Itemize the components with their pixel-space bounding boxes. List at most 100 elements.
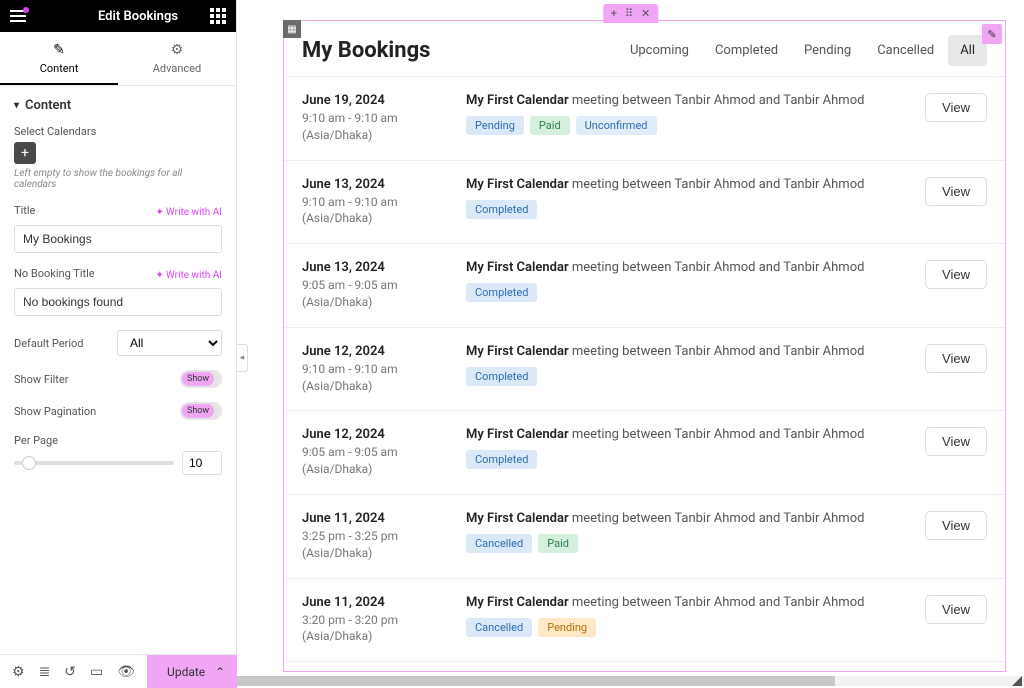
section-header-content[interactable]: ▾ Content: [14, 98, 222, 113]
column-handle-icon[interactable]: ▦: [283, 20, 301, 38]
booking-tags: CancelledPaid: [466, 534, 901, 553]
filter-tab-cancelled[interactable]: Cancelled: [865, 35, 946, 66]
booking-time: 3:20 pm - 3:20 pm: [302, 612, 442, 629]
responsive-icon[interactable]: ▭: [90, 664, 103, 680]
status-tag: Paid: [530, 116, 570, 135]
update-button[interactable]: Update ⌃: [147, 655, 245, 688]
status-tag: Completed: [466, 367, 537, 386]
edit-widget-icon[interactable]: ✎: [982, 24, 1002, 44]
booking-date: June 12, 2024 9:10 am - 9:10 am (Asia/Dh…: [302, 344, 442, 395]
editor-canvas: ◂ + ⠿ ✕ ▦ ✎ My Bookings UpcomingComplete…: [237, 0, 1024, 688]
chevron-down-icon: ▾: [14, 100, 19, 111]
tab-advanced[interactable]: ⚙ Advanced: [118, 32, 236, 85]
view-button[interactable]: View: [925, 511, 987, 540]
booking-title-row: My First Calendar meeting between Tanbir…: [466, 595, 901, 610]
booking-item: June 19, 2024 9:10 am - 9:10 am (Asia/Dh…: [284, 77, 1005, 161]
booking-timezone: (Asia/Dhaka): [302, 294, 442, 311]
booking-tags: Completed: [466, 450, 901, 469]
per-page-input[interactable]: [182, 451, 222, 475]
widget-handle: + ⠿ ✕: [603, 4, 659, 23]
per-page-label: Per Page: [14, 434, 222, 447]
close-icon[interactable]: ✕: [641, 7, 650, 20]
booking-date: June 12, 2024 9:05 am - 9:05 am (Asia/Dh…: [302, 427, 442, 478]
view-button[interactable]: View: [925, 595, 987, 624]
select-calendars-label: Select Calendars: [14, 125, 222, 138]
per-page-slider[interactable]: [14, 461, 174, 465]
preview-icon[interactable]: 👁: [117, 664, 135, 680]
booking-timezone: (Asia/Dhaka): [302, 545, 442, 562]
slider-thumb[interactable]: [22, 456, 36, 470]
add-calendar-button[interactable]: +: [14, 142, 36, 164]
toggle-pill: Show: [182, 404, 214, 418]
field-default-period: Default Period All: [14, 330, 222, 356]
booking-date: June 11, 2024 3:25 pm - 3:25 pm (Asia/Dh…: [302, 511, 442, 562]
view-button[interactable]: View: [925, 260, 987, 289]
booking-timezone: (Asia/Dhaka): [302, 127, 442, 144]
resize-handle-icon[interactable]: [1012, 676, 1022, 686]
view-button[interactable]: View: [925, 344, 987, 373]
booking-body: My First Calendar meeting between Tanbir…: [466, 595, 901, 646]
status-tag: Pending: [466, 116, 524, 135]
booking-date-main: June 13, 2024: [302, 177, 442, 192]
pencil-icon: ✎: [53, 42, 65, 58]
tab-content[interactable]: ✎ Content: [0, 32, 118, 85]
sparkle-icon: ✦: [156, 207, 164, 218]
layers-icon[interactable]: ≣: [39, 664, 51, 680]
booking-item: June 13, 2024 9:05 am - 9:05 am (Asia/Dh…: [284, 244, 1005, 328]
view-button[interactable]: View: [925, 427, 987, 456]
show-pagination-label: Show Pagination: [14, 405, 96, 418]
topbar-title: Edit Bookings: [98, 9, 178, 24]
show-filter-label: Show Filter: [14, 373, 68, 386]
notification-dot: [23, 7, 29, 13]
calendar-name: My First Calendar: [466, 93, 569, 108]
default-period-select[interactable]: All: [117, 330, 222, 356]
field-show-filter: Show Filter Show: [14, 370, 222, 388]
show-filter-toggle[interactable]: Show: [180, 370, 222, 388]
sidebar-collapse-icon[interactable]: ◂: [237, 344, 248, 372]
booking-body: My First Calendar meeting between Tanbir…: [466, 177, 901, 228]
drag-handle-icon[interactable]: ⠿: [625, 7, 633, 20]
default-period-label: Default Period: [14, 337, 84, 350]
tab-label: Content: [40, 62, 79, 75]
field-per-page: Per Page: [14, 434, 222, 475]
calendar-name: My First Calendar: [466, 344, 569, 359]
filter-tab-pending[interactable]: Pending: [792, 35, 863, 66]
booking-item: June 11, 2024 3:25 pm - 3:25 pm (Asia/Dh…: [284, 495, 1005, 579]
calendar-name: My First Calendar: [466, 595, 569, 610]
widgets-grid-icon[interactable]: [210, 8, 226, 24]
no-booking-input[interactable]: [14, 288, 222, 316]
status-tag: Pending: [538, 618, 596, 637]
filter-tab-upcoming[interactable]: Upcoming: [618, 35, 701, 66]
status-tag: Cancelled: [466, 618, 532, 637]
booking-tags: Cancelled Pending: [466, 618, 901, 637]
booking-tags: PendingPaidUnconfirmed: [466, 116, 901, 135]
booking-title-row: My First Calendar meeting between Tanbir…: [466, 177, 901, 192]
status-tag: Cancelled: [466, 534, 532, 553]
status-tag: Completed: [466, 200, 537, 219]
topbar: Edit Bookings: [0, 0, 236, 32]
add-section-icon[interactable]: +: [611, 7, 617, 20]
scrollbar-thumb[interactable]: [237, 676, 835, 686]
write-with-ai-link[interactable]: ✦Write with AI: [156, 270, 222, 281]
gear-icon: ⚙: [171, 42, 184, 58]
history-icon[interactable]: ↺: [64, 664, 76, 680]
view-button[interactable]: View: [925, 93, 987, 122]
filter-tab-completed[interactable]: Completed: [703, 35, 790, 66]
toggle-pill: Show: [182, 372, 214, 386]
booking-item: June 11, 2024 3:20 pm - 3:20 pm (Asia/Dh…: [284, 579, 1005, 663]
view-button[interactable]: View: [925, 177, 987, 206]
editor-sidebar: Edit Bookings ✎ Content ⚙ Advanced ▾ Con…: [0, 0, 237, 688]
tab-label: Advanced: [153, 62, 201, 75]
booking-date: June 19, 2024 9:10 am - 9:10 am (Asia/Dh…: [302, 93, 442, 144]
menu-icon[interactable]: [10, 10, 26, 22]
write-with-ai-link[interactable]: ✦Write with AI: [156, 207, 222, 218]
show-pagination-toggle[interactable]: Show: [180, 402, 222, 420]
status-tag: Completed: [466, 450, 537, 469]
horizontal-scrollbar[interactable]: [237, 676, 1024, 686]
settings-icon[interactable]: ⚙: [12, 664, 25, 680]
booking-tags: Completed: [466, 200, 901, 219]
booking-tags: Completed: [466, 367, 901, 386]
booking-item: June 12, 2024 9:10 am - 9:10 am (Asia/Dh…: [284, 328, 1005, 412]
booking-body: My First Calendar meeting between Tanbir…: [466, 93, 901, 144]
title-input[interactable]: [14, 225, 222, 253]
